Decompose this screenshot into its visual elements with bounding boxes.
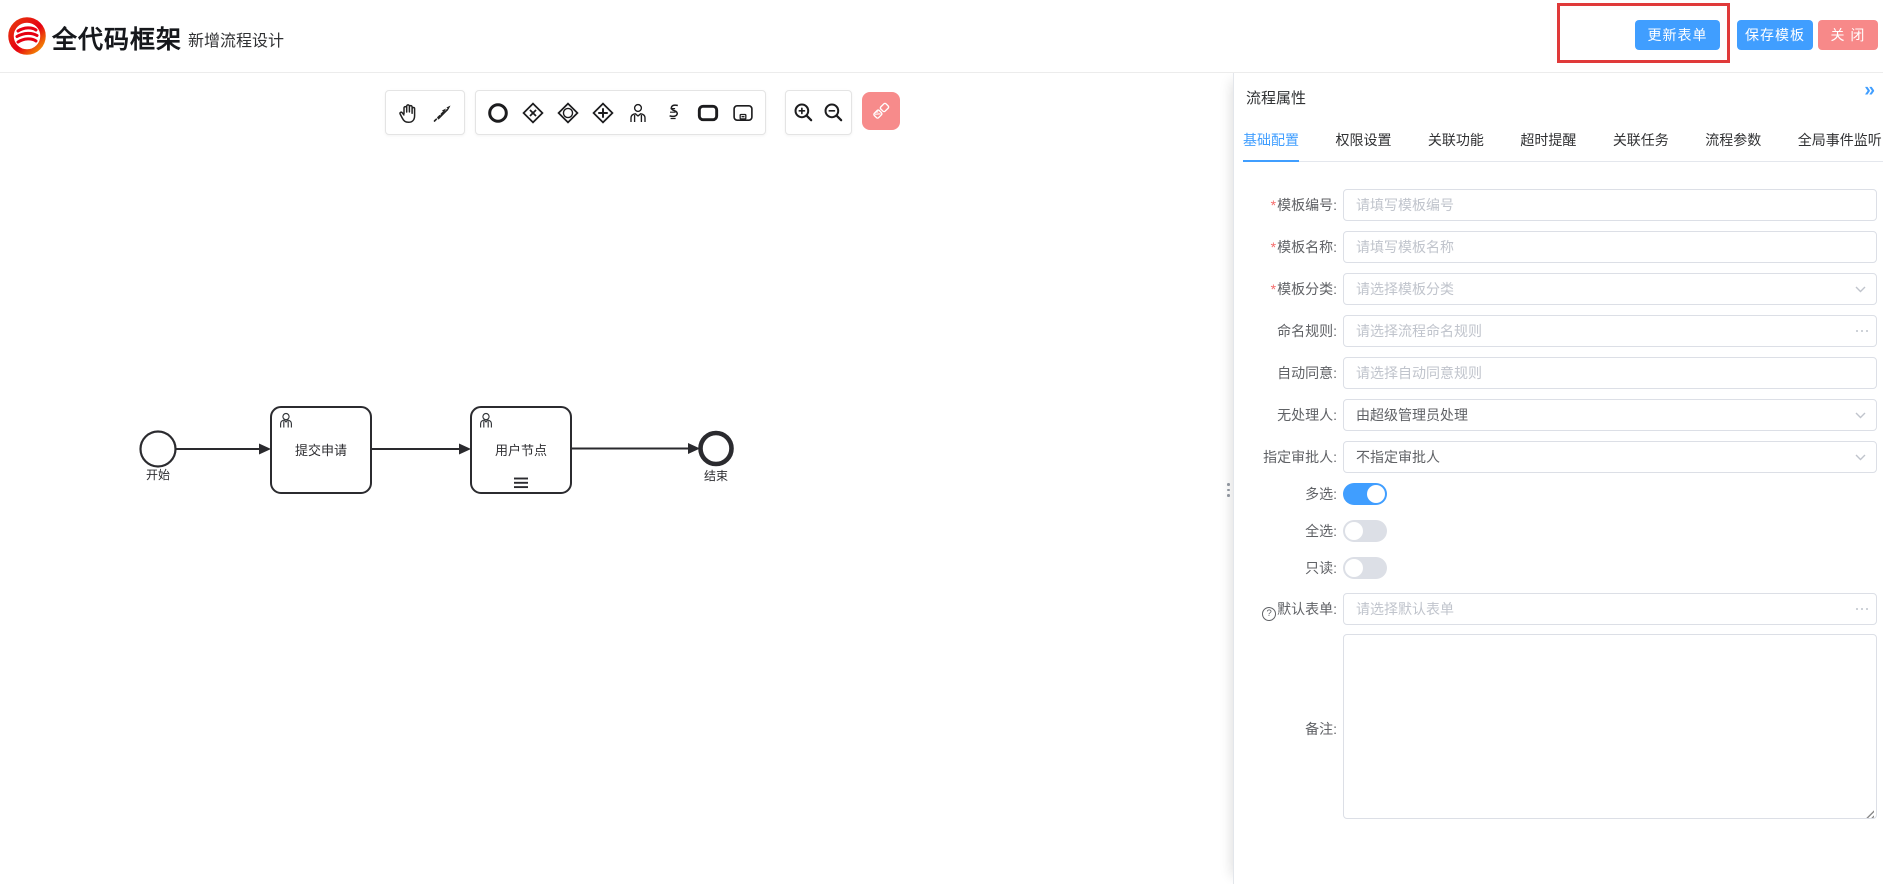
auto-agree-label: 自动同意: <box>1234 357 1343 389</box>
ellipsis-icon[interactable] <box>1856 330 1868 332</box>
tab-process-params[interactable]: 流程参数 <box>1705 131 1761 160</box>
template-category-select[interactable] <box>1343 273 1877 305</box>
tab-permission[interactable]: 权限设置 <box>1335 131 1391 160</box>
save-template-button[interactable]: 保存模板 <box>1737 20 1813 50</box>
app: 全代码框架 新增流程设计 更新表单 保存模板 关 闭 <box>0 0 1883 884</box>
required-mark: * <box>1271 281 1276 297</box>
ellipsis-icon[interactable] <box>1856 608 1868 610</box>
remark-label: 备注: <box>1234 719 1343 739</box>
task-node-user[interactable]: 用户节点 <box>471 407 571 493</box>
end-event-node[interactable]: 结束 <box>701 433 732 483</box>
tab-global-event-listener[interactable]: 全局事件监听 <box>1798 131 1882 160</box>
auto-agree-input[interactable] <box>1343 357 1877 389</box>
basic-config-form: *模板编号: *模板名称: *模板分类: 命名规则: <box>1234 189 1883 824</box>
start-event-label: 开始 <box>146 468 170 482</box>
template-code-input[interactable] <box>1343 189 1877 221</box>
template-category-row: *模板分类: <box>1234 273 1883 305</box>
naming-rule-picker[interactable] <box>1343 315 1877 347</box>
tab-basic-config[interactable]: 基础配置 <box>1243 131 1299 162</box>
tab-related-function[interactable]: 关联功能 <box>1428 131 1484 160</box>
remark-textarea[interactable] <box>1343 634 1877 819</box>
template-name-label: 模板名称: <box>1277 239 1337 255</box>
bpmn-canvas[interactable]: 开始 提交申请 用户节点 <box>0 73 1233 884</box>
no-handler-label: 无处理人: <box>1234 399 1343 431</box>
template-code-row: *模板编号: <box>1234 189 1883 221</box>
task-user-label: 用户节点 <box>495 443 547 458</box>
update-form-button[interactable]: 更新表单 <box>1635 20 1720 50</box>
read-only-row: 只读: <box>1234 557 1883 579</box>
collapse-panel-icon[interactable]: » <box>1864 81 1875 100</box>
template-category-label: 模板分类: <box>1277 281 1337 297</box>
no-handler-row: 无处理人: <box>1234 399 1883 431</box>
no-handler-select[interactable] <box>1343 399 1877 431</box>
brand-name: 全代码框架 <box>52 20 182 56</box>
tab-timeout-reminder[interactable]: 超时提醒 <box>1520 131 1576 160</box>
naming-rule-label: 命名规则: <box>1234 315 1343 347</box>
required-mark: * <box>1271 197 1276 213</box>
tab-related-task[interactable]: 关联任务 <box>1613 131 1669 160</box>
remark-row: 备注: <box>1234 634 1883 824</box>
auto-agree-row: 自动同意: <box>1234 357 1883 389</box>
main: 开始 提交申请 用户节点 <box>0 73 1883 884</box>
default-form-label: 默认表单: <box>1277 601 1337 617</box>
default-form-row: ?默认表单: <box>1234 593 1883 625</box>
close-button[interactable]: 关 闭 <box>1818 20 1878 50</box>
default-form-picker[interactable] <box>1343 593 1877 625</box>
panel-resize-grip[interactable] <box>1227 483 1230 497</box>
assigned-approver-select[interactable] <box>1343 441 1877 473</box>
template-name-row: *模板名称: <box>1234 231 1883 263</box>
end-event-label: 结束 <box>704 469 728 483</box>
panel-title: 流程属性 <box>1246 87 1306 108</box>
select-all-row: 全选: <box>1234 520 1883 542</box>
help-circle-icon: ? <box>1262 607 1276 621</box>
read-only-toggle[interactable] <box>1343 557 1387 579</box>
select-all-label: 全选: <box>1234 520 1343 542</box>
naming-rule-row: 命名规则: <box>1234 315 1883 347</box>
brand-logo-icon <box>8 17 46 55</box>
multi-select-toggle[interactable] <box>1343 483 1387 505</box>
assigned-approver-label: 指定审批人: <box>1234 441 1343 473</box>
properties-panel: 流程属性 » 基础配置 权限设置 关联功能 超时提醒 关联任务 流程参数 全局事… <box>1233 73 1883 884</box>
required-mark: * <box>1271 239 1276 255</box>
assigned-approver-row: 指定审批人: <box>1234 441 1883 473</box>
template-name-input[interactable] <box>1343 231 1877 263</box>
task-node-submit[interactable]: 提交申请 <box>271 407 371 493</box>
panel-tabs: 基础配置 权限设置 关联功能 超时提醒 关联任务 流程参数 全局事件监听 <box>1243 131 1883 162</box>
multi-select-row: 多选: <box>1234 483 1883 505</box>
multi-select-label: 多选: <box>1234 483 1343 505</box>
select-all-toggle[interactable] <box>1343 520 1387 542</box>
task-submit-label: 提交申请 <box>295 443 347 458</box>
header: 全代码框架 新增流程设计 更新表单 保存模板 关 闭 <box>0 0 1883 73</box>
template-code-label: 模板编号: <box>1277 197 1337 213</box>
bpmn-diagram: 开始 提交申请 用户节点 <box>0 73 1233 884</box>
read-only-label: 只读: <box>1234 557 1343 579</box>
sequence-flows <box>176 449 690 450</box>
start-event-node[interactable]: 开始 <box>141 432 176 483</box>
page-title: 新增流程设计 <box>188 27 284 51</box>
